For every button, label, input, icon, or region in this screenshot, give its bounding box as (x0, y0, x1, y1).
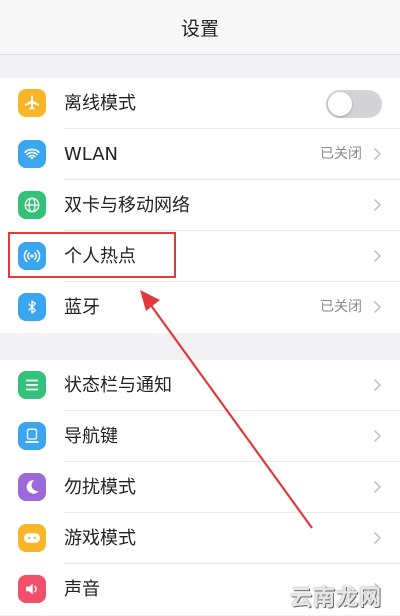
status-text: 已关闭 (320, 299, 362, 315)
settings-header: 设置 (0, 0, 400, 55)
settings-item-label: 勿扰模式 (64, 477, 136, 498)
chevron-right-icon (373, 480, 382, 494)
settings-item-label: 双卡与移动网络 (64, 195, 190, 216)
settings-item-label: 游戏模式 (64, 528, 136, 549)
settings-item-bluetooth[interactable]: 蓝牙 已关闭 (0, 282, 400, 333)
chevron-right-icon (373, 378, 382, 392)
settings-item-airplane-mode[interactable]: 离线模式 (0, 78, 400, 129)
chevron-right-icon (373, 249, 382, 263)
toggle-knob (328, 92, 352, 116)
bluetooth-icon (18, 293, 46, 321)
settings-item-wlan[interactable]: WLAN 已关闭 (0, 129, 400, 180)
status-text: 已关闭 (320, 146, 362, 162)
settings-item-label: 状态栏与通知 (64, 375, 172, 396)
chevron-right-icon (373, 147, 382, 161)
settings-group-connectivity: 离线模式 WLAN 已关闭 双卡与移动网络 个人热点 蓝牙 已关闭 (0, 78, 400, 333)
settings-item-label: 蓝牙 (64, 297, 100, 318)
wifi-icon (18, 140, 46, 168)
airplane-icon (18, 89, 46, 117)
speaker-icon (18, 575, 46, 603)
settings-item-label: 离线模式 (64, 93, 136, 114)
chevron-right-icon (373, 531, 382, 545)
settings-item-label: 导航键 (64, 426, 118, 447)
moon-icon (18, 473, 46, 501)
globe-icon (18, 191, 46, 219)
settings-item-label: 声音 (64, 579, 100, 600)
chevron-right-icon (373, 429, 382, 443)
settings-item-navigation-keys[interactable]: 导航键 (0, 411, 400, 462)
statusbar-icon (18, 371, 46, 399)
settings-item-label: WLAN (64, 144, 119, 165)
game-icon (18, 524, 46, 552)
highlight-box (8, 232, 176, 278)
chevron-right-icon (373, 300, 382, 314)
chevron-right-icon (373, 198, 382, 212)
settings-item-do-not-disturb[interactable]: 勿扰模式 (0, 462, 400, 513)
settings-item-dual-sim[interactable]: 双卡与移动网络 (0, 180, 400, 231)
settings-item-game-mode[interactable]: 游戏模式 (0, 513, 400, 564)
page-title: 设置 (180, 17, 219, 40)
settings-group-display: 状态栏与通知 导航键 勿扰模式 游戏模式 声音 (0, 360, 400, 615)
airplane-mode-toggle[interactable] (326, 90, 382, 118)
watermark-text: 云南龙网 (289, 586, 382, 611)
settings-item-status-bar[interactable]: 状态栏与通知 (0, 360, 400, 411)
navigation-icon (18, 422, 46, 450)
